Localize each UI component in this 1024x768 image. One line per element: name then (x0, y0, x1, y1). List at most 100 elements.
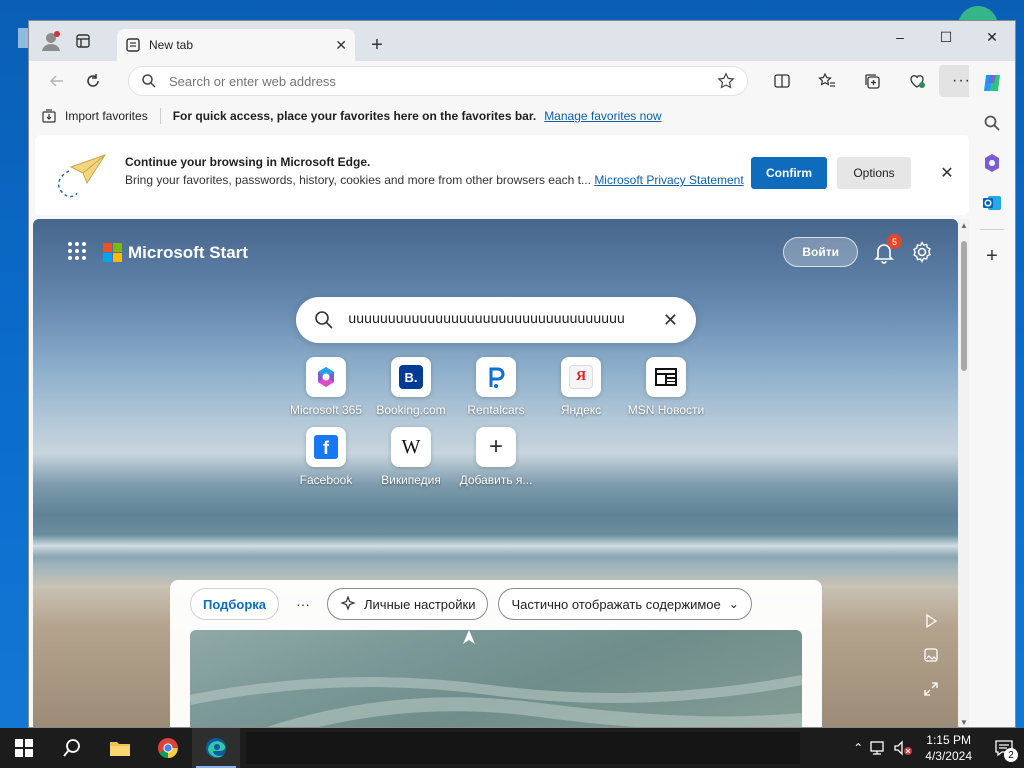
outlook-icon (983, 196, 1001, 210)
background-image-button[interactable] (921, 645, 941, 665)
address-bar[interactable] (129, 67, 747, 95)
minimize-button[interactable]: – (877, 21, 923, 53)
quick-link-rentalcars[interactable]: Rentalcars (454, 357, 538, 417)
app-launcher-button[interactable] (67, 241, 87, 264)
quick-link-booking[interactable]: B. Booking.com (369, 357, 453, 417)
microsoft-logo-icon (103, 243, 122, 262)
system-tray: ⌃ 1:15 PM 4/3/2024 2 (853, 728, 1024, 768)
cursor-arrow-icon (463, 630, 475, 644)
feed-more-button[interactable]: ··· (289, 596, 317, 612)
page-settings-button[interactable] (910, 240, 934, 264)
scrollbar-thumb[interactable] (961, 241, 967, 371)
options-button[interactable]: Options (837, 157, 911, 189)
privacy-statement-link[interactable]: Microsoft Privacy Statement (594, 173, 743, 187)
browser-essentials-button[interactable] (894, 65, 939, 97)
taskbar-search-button[interactable] (48, 728, 96, 768)
notifications-button[interactable]: 5 (872, 234, 902, 264)
start-button[interactable] (0, 728, 48, 768)
windows-logo-icon (15, 739, 33, 757)
close-window-button[interactable]: ✕ (969, 21, 1015, 53)
quick-link-yandex[interactable]: Я Яндекс (539, 357, 623, 417)
address-input[interactable] (169, 73, 705, 89)
back-button[interactable] (39, 65, 75, 97)
quick-link-facebook[interactable]: f Facebook (284, 427, 368, 487)
web-search-box[interactable]: ✕ (296, 297, 696, 343)
folder-icon (110, 742, 130, 756)
sidebar-search-button[interactable] (974, 105, 1010, 141)
quick-link-label: Microsoft 365 (289, 403, 363, 417)
content-visibility-label: Частично отображать содержимое (511, 596, 721, 612)
taskbar-edge[interactable] (192, 728, 240, 768)
sidebar-m365-button[interactable] (974, 145, 1010, 181)
desktop-icon-recycle-bin[interactable] (14, 8, 28, 68)
vertical-tabs-icon (76, 34, 90, 48)
add-icon: + (476, 427, 516, 467)
show-hidden-icons-button[interactable]: ⌃ (853, 741, 863, 755)
scroll-up-arrow-icon[interactable]: ▲ (960, 221, 968, 230)
wikipedia-icon: W (391, 427, 431, 467)
import-favorites-label: Import favorites (65, 109, 148, 123)
sign-in-button[interactable]: Войти (783, 237, 858, 267)
taskbar-file-explorer[interactable] (96, 728, 144, 768)
tab-actions-button[interactable] (67, 25, 99, 57)
banner-body: Bring your favorites, passwords, history… (125, 173, 765, 187)
clear-search-icon[interactable]: ✕ (663, 310, 678, 331)
feed-toolbar: Подборка ··· Личные настройки Частично о… (190, 588, 752, 620)
browser-window: New tab ✕ + – ☐ ✕ ··· (28, 20, 1016, 728)
microsoft-start-header: Microsoft Start (67, 241, 248, 264)
heart-pulse-icon (909, 75, 925, 88)
quick-link-wikipedia[interactable]: W Википедия (369, 427, 453, 487)
quick-link-label: Википедия (381, 473, 441, 487)
favorite-star-icon[interactable] (717, 72, 735, 90)
clock-time: 1:15 PM (926, 733, 971, 747)
sparkle-edit-icon (340, 596, 356, 611)
divider (980, 229, 1004, 230)
facebook-icon: f (306, 427, 346, 467)
banner-close-icon[interactable]: ✕ (935, 161, 959, 185)
action-center-button[interactable]: 2 (984, 728, 1024, 768)
split-screen-button[interactable] (759, 65, 804, 97)
quick-link-add[interactable]: + Добавить я... (454, 427, 538, 487)
quick-link-microsoft365[interactable]: Microsoft 365 (284, 357, 368, 417)
taskbar-chrome[interactable] (144, 728, 192, 768)
tab-feed-selection[interactable]: Подборка (190, 588, 280, 620)
import-favorites-button[interactable]: Import favorites (41, 108, 148, 124)
sidebar-add-button[interactable]: + (974, 238, 1010, 274)
maximize-button[interactable]: ☐ (923, 21, 969, 53)
microsoft365-icon (985, 154, 999, 172)
favorites-button[interactable] (804, 65, 849, 97)
personalize-button[interactable]: Личные настройки (327, 588, 489, 620)
sidebar-outlook-button[interactable] (974, 185, 1010, 221)
profile-button[interactable] (35, 25, 67, 57)
new-tab-button[interactable]: + (363, 31, 391, 59)
copilot-button[interactable] (974, 65, 1010, 101)
manage-favorites-link[interactable]: Manage favorites now (544, 109, 661, 123)
notification-count-badge: 2 (1004, 748, 1018, 762)
collections-button[interactable] (849, 65, 894, 97)
booking-icon: B. (391, 357, 431, 397)
page-header-actions: Войти 5 (783, 234, 934, 267)
volume-muted-icon[interactable] (893, 740, 913, 756)
expand-background-button[interactable] (921, 679, 941, 699)
notification-badge: 5 (887, 234, 902, 249)
play-background-button[interactable] (921, 611, 941, 631)
scroll-down-arrow-icon[interactable]: ▼ (960, 718, 968, 727)
web-search-input[interactable] (348, 312, 649, 328)
waffle-grid-icon (68, 242, 86, 260)
quick-link-label: Booking.com (376, 403, 446, 417)
plus-icon: + (371, 33, 383, 56)
personalize-label: Личные настройки (364, 596, 476, 612)
refresh-button[interactable] (75, 65, 111, 97)
confirm-button[interactable]: Confirm (751, 157, 827, 189)
clock[interactable]: 1:15 PM 4/3/2024 (919, 732, 978, 764)
feed-card[interactable] (190, 630, 802, 727)
import-icon (42, 109, 56, 123)
tab-close-icon[interactable]: ✕ (335, 37, 347, 54)
tab-new-tab[interactable]: New tab ✕ (117, 29, 355, 61)
network-icon[interactable] (869, 740, 887, 756)
content-visibility-dropdown[interactable]: Частично отображать содержимое ⌄ (498, 588, 752, 620)
divider (159, 108, 161, 124)
quick-link-msn-news[interactable]: MSN Новости (624, 357, 708, 417)
microsoft-start-logo[interactable]: Microsoft Start (103, 243, 248, 263)
desktop-icon-partial[interactable] (956, 6, 1000, 46)
